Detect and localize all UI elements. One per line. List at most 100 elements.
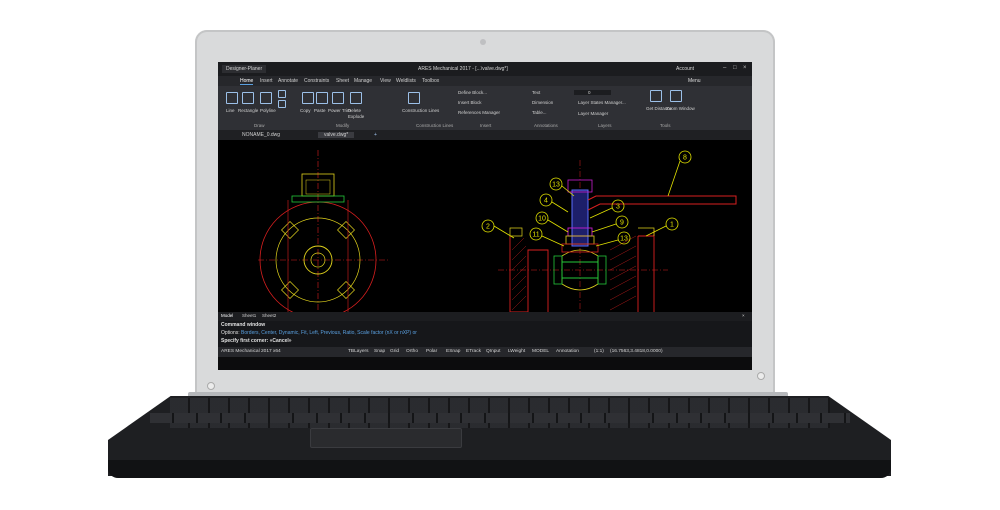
app-menu-button[interactable]: Designer-Planer <box>222 65 267 73</box>
new-tab-icon[interactable]: + <box>368 132 383 138</box>
zoom-window-icon[interactable] <box>670 90 682 102</box>
keyboard-row <box>150 413 850 423</box>
tab-sheet2[interactable]: Sheet2 <box>262 313 276 318</box>
toggle-lweight[interactable]: LWeight <box>508 349 525 354</box>
tab-model[interactable]: Model <box>221 313 233 318</box>
balloon-4: 4 <box>539 193 569 213</box>
toggle-grid[interactable]: Grid <box>390 349 399 354</box>
command-options-prefix: Options: <box>221 330 240 336</box>
maximize-icon[interactable]: □ <box>733 65 737 71</box>
text-button[interactable]: Text <box>532 90 540 95</box>
toggle-ortho[interactable]: Ortho <box>406 349 418 354</box>
close-icon[interactable]: × <box>743 65 747 71</box>
arc-icon[interactable] <box>278 100 286 108</box>
table-button[interactable]: Table... <box>532 110 547 115</box>
balloon-10: 10 <box>535 211 569 233</box>
delete-icon[interactable] <box>350 92 362 104</box>
svg-text:3: 3 <box>616 204 620 211</box>
tab-weldlists[interactable]: Weldlists <box>396 78 416 84</box>
svg-text:13: 13 <box>620 236 628 243</box>
copy-button[interactable]: Copy <box>300 108 311 113</box>
svg-text:8: 8 <box>683 155 687 162</box>
rectangle-button[interactable]: Rectangle <box>238 108 258 113</box>
toggle-tblayers[interactable]: TBLayers <box>348 349 369 354</box>
svg-text:2: 2 <box>486 224 490 231</box>
tab-manage[interactable]: Manage <box>354 78 372 84</box>
touchpad <box>310 428 462 448</box>
group-insert: Insert <box>480 123 492 128</box>
get-distance-icon[interactable] <box>650 90 662 102</box>
layer-manager-button[interactable]: Layer Manager <box>578 111 608 116</box>
document-tabs: NONAME_0.dwg valve.dwg* + <box>218 130 752 140</box>
power-trim-icon[interactable] <box>332 92 344 104</box>
dimension-button[interactable]: Dimension <box>532 100 553 105</box>
command-window-label: Command window <box>221 322 266 328</box>
left-view <box>258 150 388 312</box>
paste-button[interactable]: Paste <box>314 108 326 113</box>
ribbon: Line Rectangle Polyline Draw Copy Paste … <box>218 86 752 130</box>
menu-button[interactable]: Menu <box>688 78 701 84</box>
paste-icon[interactable] <box>316 92 328 104</box>
toggle-snap[interactable]: Snap <box>374 349 385 354</box>
tab-toolbox[interactable]: Toolbox <box>422 78 439 84</box>
close-panel-icon[interactable]: × <box>742 313 745 318</box>
command-prompt[interactable]: Specify first corner: «Cancel» <box>221 338 292 344</box>
indicator-light-left <box>207 382 215 390</box>
group-annotations: Annotations <box>534 123 558 128</box>
references-manager-button[interactable]: References Manager <box>458 110 500 115</box>
toggle-qinput[interactable]: QInput <box>486 349 500 354</box>
balloon-13-right: 13 <box>595 231 631 247</box>
tab-constraints[interactable]: Constraints <box>304 78 329 84</box>
construction-lines-button[interactable]: Construction Lines <box>402 108 439 113</box>
command-options[interactable]: Borders, Center, Dynamic, Fit, Left, Pre… <box>241 330 417 336</box>
layer-states-button[interactable]: Layer States Manager... <box>578 100 626 105</box>
toggle-etrack[interactable]: ETrack <box>466 349 481 354</box>
polyline-button[interactable]: Polyline <box>260 108 276 113</box>
toggle-esnap[interactable]: ESnap <box>446 349 460 354</box>
construction-lines-icon[interactable] <box>408 92 420 104</box>
tab-annotate[interactable]: Annotate <box>278 78 298 84</box>
svg-text:11: 11 <box>532 232 539 239</box>
command-options-line: Options: Borders, Center, Dynamic, Fit, … <box>221 330 417 336</box>
tab-sheet1[interactable]: Sheet1 <box>242 313 256 318</box>
tab-sheet[interactable]: Sheet <box>336 78 349 84</box>
title-bar: Designer-Planer ARES Mechanical 2017 - [… <box>218 62 752 76</box>
polyline-icon[interactable] <box>260 92 272 104</box>
delete-button[interactable]: Delete <box>348 108 361 113</box>
line-button[interactable]: Line <box>226 108 235 113</box>
insert-block-button[interactable]: Insert Block <box>458 100 482 105</box>
toggle-model[interactable]: MODEL <box>532 349 549 354</box>
coordinates-readout: (16.7563,3.4818,0.0000) <box>610 349 663 354</box>
annotation-scale-select[interactable]: Annotation <box>556 349 579 354</box>
svg-text:10: 10 <box>538 216 546 223</box>
toggle-polar[interactable]: Polar <box>426 349 437 354</box>
zoom-window-button[interactable]: Zoom Window <box>666 106 695 111</box>
group-modify: Modify <box>336 123 350 128</box>
tab-view[interactable]: View <box>380 78 391 84</box>
define-block-button[interactable]: Define Block... <box>458 90 487 95</box>
line-icon[interactable] <box>226 92 238 104</box>
screen-bezel-bottom <box>218 357 752 370</box>
explode-button[interactable]: Explode <box>348 114 364 119</box>
scale-readout: (1:1) <box>594 349 604 354</box>
layer-select[interactable]: 0 <box>574 90 611 95</box>
balloon-8: 8 <box>667 150 692 197</box>
drawing-canvas[interactable]: 13 4 10 11 2 8 3 9 13 1 <box>218 140 752 312</box>
window-title: ARES Mechanical 2017 - [...\valve.dwg*] <box>418 66 508 72</box>
rectangle-icon[interactable] <box>242 92 254 104</box>
tab-insert[interactable]: Insert <box>260 78 273 84</box>
laptop-base-edge <box>108 460 891 478</box>
balloon-2: 2 <box>481 219 515 239</box>
command-window[interactable]: Command window Options: Borders, Center,… <box>218 321 752 347</box>
version-label: ARES Mechanical 2017 x64 <box>221 349 281 354</box>
status-bar: ARES Mechanical 2017 x64 TBLayers Snap G… <box>218 347 752 357</box>
tab-home[interactable]: Home <box>240 78 254 85</box>
copy-icon[interactable] <box>302 92 314 104</box>
group-layers: Layers <box>598 123 612 128</box>
minimize-icon[interactable]: – <box>723 65 726 71</box>
svg-text:9: 9 <box>620 220 624 227</box>
circle-icon[interactable] <box>278 90 286 98</box>
tab-valve[interactable]: valve.dwg* <box>318 132 355 138</box>
tab-noname[interactable]: NONAME_0.dwg <box>236 132 286 138</box>
account-button[interactable]: Account <box>676 66 694 72</box>
